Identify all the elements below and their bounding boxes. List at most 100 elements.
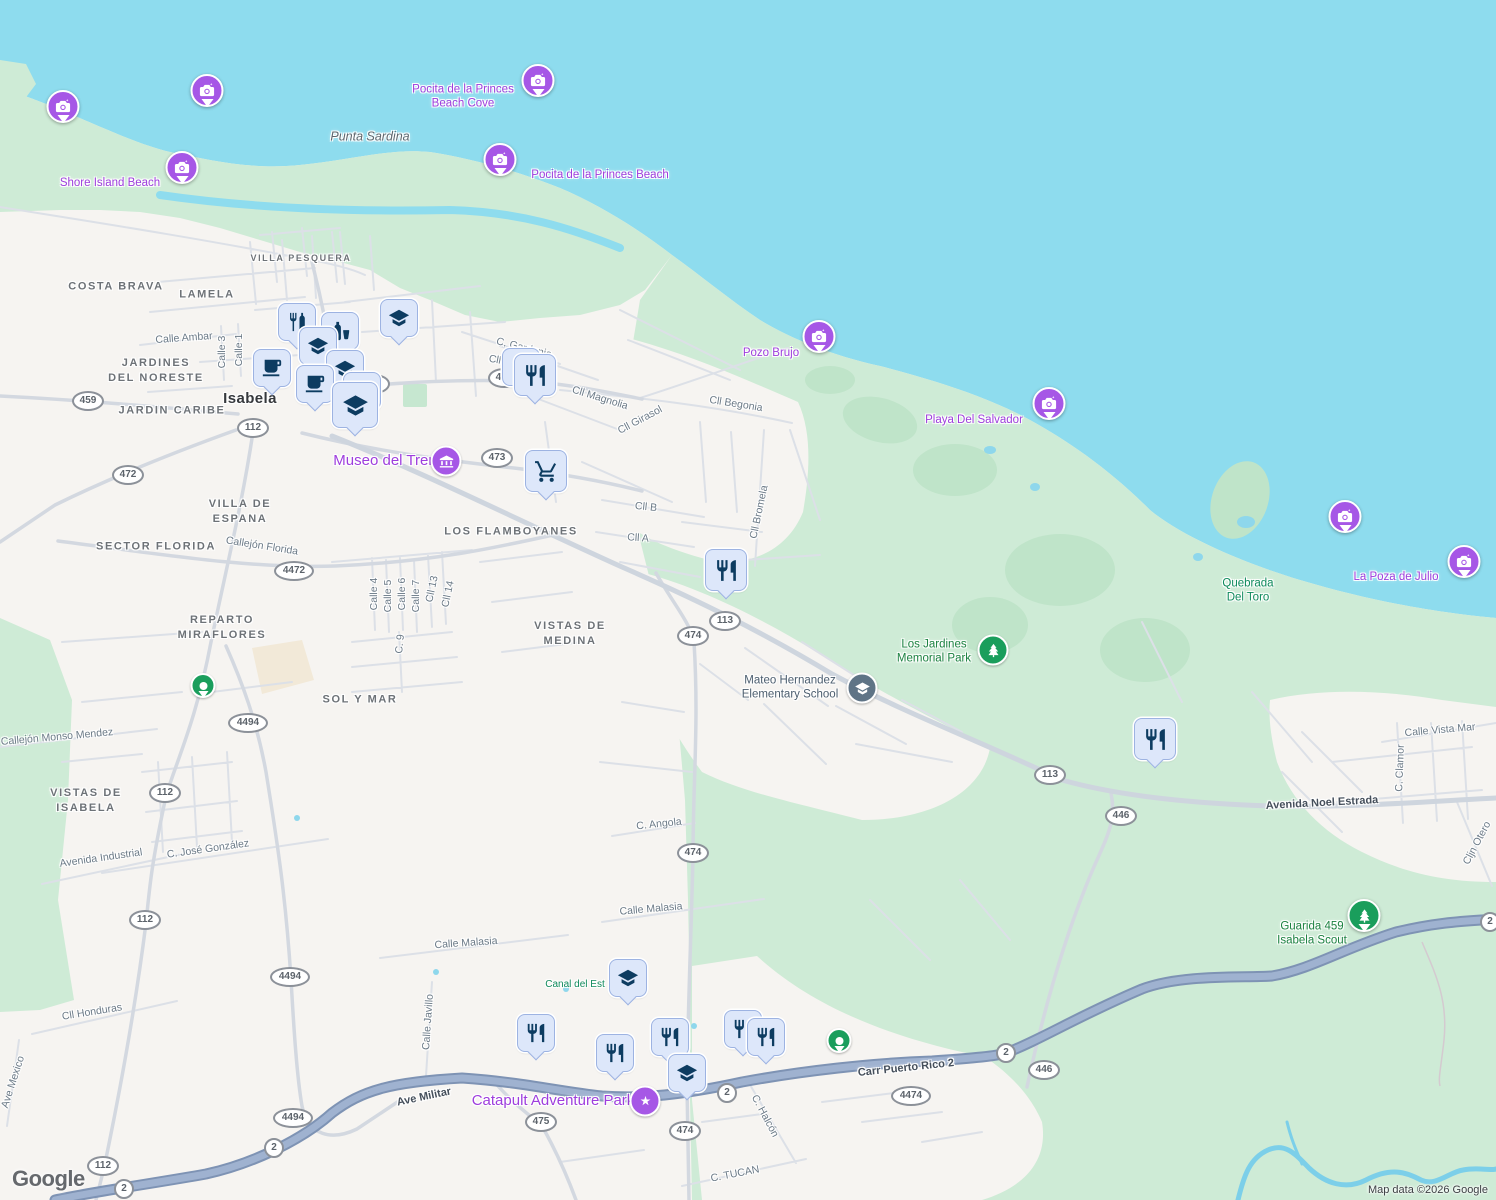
dot-icon (827, 1028, 852, 1053)
route-shield-2: 2 (996, 1043, 1016, 1063)
route-shield-446: 446 (1105, 806, 1137, 826)
restaurant-marker[interactable] (514, 354, 556, 396)
poi-label[interactable]: Punta Sardina (330, 130, 409, 145)
poi-label[interactable]: Museo del Tren (333, 452, 436, 470)
restaurant-marker[interactable] (651, 1018, 689, 1056)
route-shield-2: 2 (1480, 912, 1496, 932)
camera-pin-marker[interactable] (484, 143, 517, 176)
school-circle-marker[interactable] (847, 673, 878, 704)
museum-icon (438, 453, 454, 469)
poi-label[interactable]: Catapult Adventure Park (472, 1092, 635, 1110)
cafe-icon (261, 357, 283, 379)
area-label: VILLA PESQUERA (250, 252, 351, 264)
school-marker[interactable] (609, 959, 647, 997)
restaurant-icon (525, 1022, 547, 1044)
route-shield-474: 474 (677, 843, 709, 863)
poi-label[interactable]: Quebrada Del Toro (1222, 577, 1273, 604)
google-logo: Google (12, 1166, 85, 1192)
route-shield-112: 112 (87, 1156, 119, 1176)
restaurant-icon (604, 1042, 626, 1064)
school-icon (617, 967, 639, 989)
area-label: VILLA DE ESPANA (209, 497, 272, 527)
school-marker[interactable] (668, 1054, 706, 1092)
route-shield-113: 113 (709, 611, 741, 631)
route-shield-4474: 4474 (891, 1086, 931, 1106)
area-label: LOS FLAMBOYANES (444, 525, 578, 540)
route-shield-459: 459 (72, 391, 104, 411)
camera-pin-marker[interactable] (1033, 387, 1066, 420)
school-marker[interactable] (380, 299, 418, 337)
camera-pin-marker[interactable] (803, 320, 836, 353)
restaurant-marker[interactable] (747, 1018, 785, 1056)
poi-label[interactable]: Pozo Brujo (743, 347, 799, 361)
street-label: C. Clamor (1393, 744, 1407, 792)
school-icon (342, 392, 369, 419)
map-attribution: Map data ©2026 Google (1368, 1184, 1488, 1196)
camera-icon (191, 74, 224, 107)
route-shield-475: 475 (525, 1112, 557, 1132)
camera-pin-marker[interactable] (47, 90, 80, 123)
route-shield-4494: 4494 (273, 1108, 313, 1128)
route-shield-112: 112 (237, 418, 269, 438)
google-maps-canvas[interactable]: COSTA BRAVALAMELAVILLA PESQUERAJARDINES … (0, 0, 1496, 1200)
poi-label[interactable]: Pocita de la Princes Beach (531, 169, 668, 183)
cafe-marker[interactable] (253, 349, 291, 387)
place-dot-marker[interactable] (827, 1028, 852, 1053)
cart-marker[interactable] (525, 450, 567, 492)
poi-label[interactable]: Los Jardines Memorial Park (897, 638, 971, 665)
museum-marker[interactable] (431, 446, 462, 477)
poi-label[interactable]: Mateo Hernandez Elementary School (742, 674, 839, 701)
school-icon (307, 335, 329, 357)
camera-pin-marker[interactable] (191, 74, 224, 107)
school-marker[interactable] (332, 382, 378, 428)
street-label: Cll A (627, 531, 649, 544)
camera-icon (1448, 545, 1481, 578)
route-shield-2: 2 (717, 1083, 737, 1103)
restaurant-marker[interactable] (705, 549, 747, 591)
route-shield-2: 2 (114, 1179, 134, 1199)
poi-label[interactable]: Canal del Est (545, 979, 604, 991)
camera-pin-marker[interactable] (522, 64, 555, 97)
town-park (403, 384, 427, 407)
route-shield-473: 473 (481, 448, 513, 468)
camera-pin-marker[interactable] (166, 151, 199, 184)
restaurant-marker[interactable] (517, 1014, 555, 1052)
street-label: Calle 4 (368, 578, 380, 611)
park-marker[interactable] (978, 635, 1009, 666)
area-label: LAMELA (179, 288, 234, 303)
place-dot-marker[interactable] (191, 673, 216, 698)
street-label: Calle 3 (216, 336, 228, 369)
street-label: Calle 5 (382, 580, 394, 613)
restaurant-icon (714, 558, 739, 583)
camera-icon (1329, 500, 1362, 533)
camera-icon (484, 143, 517, 176)
route-shield-112: 112 (149, 783, 181, 803)
street-label: C. 9 (393, 634, 407, 654)
route-shield-4494: 4494 (228, 713, 268, 733)
poi-label[interactable]: Guarida 459 Isabela Scout (1277, 920, 1347, 947)
camera-icon (522, 64, 555, 97)
poi-label[interactable]: Playa Del Salvador (925, 414, 1023, 428)
area-label: SECTOR FLORIDA (96, 540, 216, 555)
restaurant-icon (755, 1026, 777, 1048)
tree-icon (985, 642, 1001, 658)
restaurant-icon (659, 1026, 681, 1048)
catapult-marker[interactable] (630, 1086, 661, 1117)
scout-park-pin-marker[interactable] (1348, 899, 1381, 932)
restaurant-marker[interactable] (1134, 718, 1176, 760)
school-icon (388, 307, 410, 329)
camera-pin-marker[interactable] (1448, 545, 1481, 578)
restaurant-icon (1143, 727, 1168, 752)
poi-label[interactable]: Shore Island Beach (60, 177, 160, 191)
school-icon (854, 680, 870, 696)
poi-label[interactable]: La Poza de Julio (1353, 571, 1438, 585)
restaurant-marker[interactable] (596, 1034, 634, 1072)
poi-label[interactable]: Pocita de la Princes Beach Cove (412, 83, 514, 110)
cafe-marker[interactable] (296, 365, 334, 403)
street-label: Calle 7 (410, 580, 422, 613)
camera-pin-marker[interactable] (1329, 500, 1362, 533)
area-label: VISTAS DE ISABELA (50, 786, 122, 816)
route-shield-474: 474 (669, 1121, 701, 1141)
camera-icon (1033, 387, 1066, 420)
cart-icon (534, 459, 559, 484)
